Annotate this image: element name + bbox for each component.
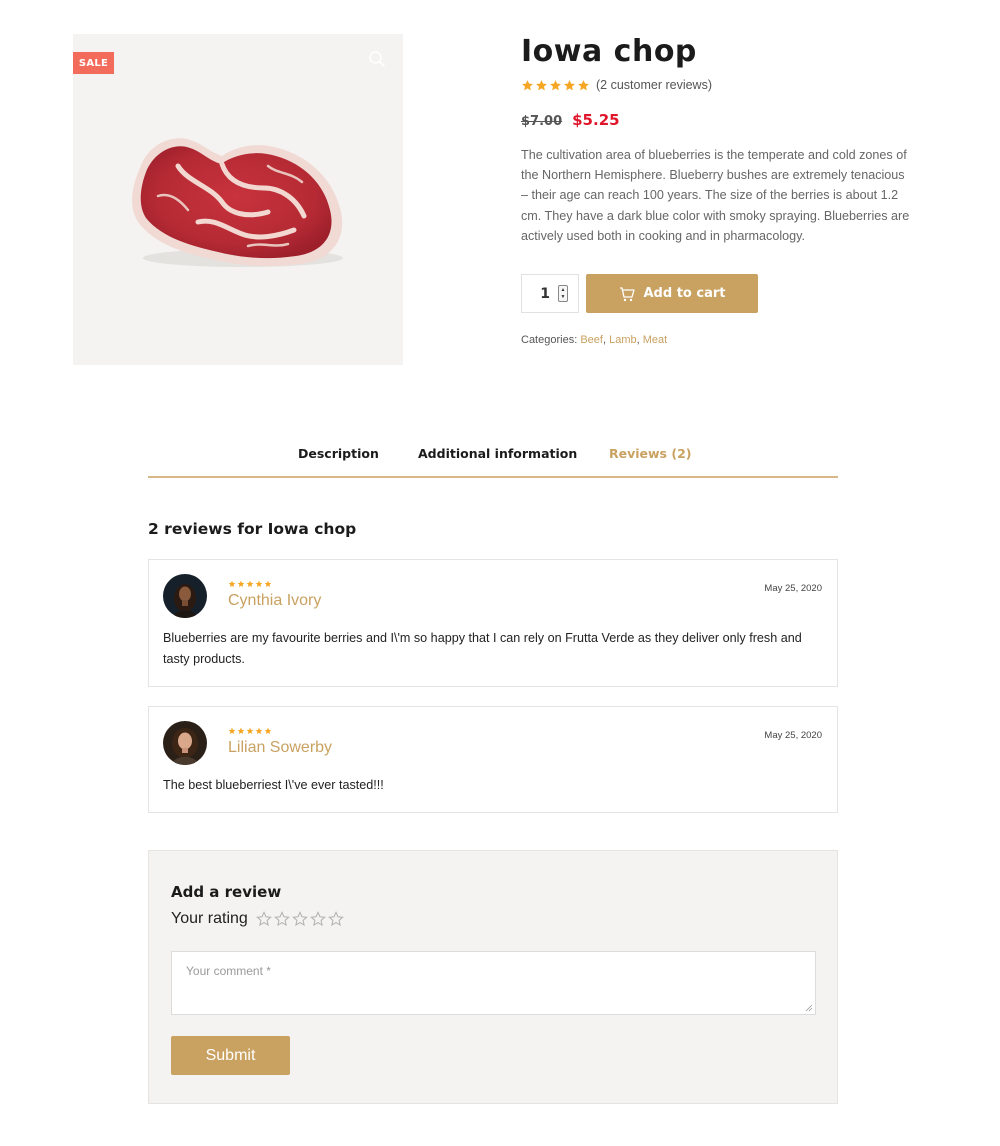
reviewer-name: Cynthia Ivory [228, 592, 322, 609]
review-item: Cynthia Ivory May 25, 2020 Blueberries a… [148, 559, 838, 687]
tab-additional-information[interactable]: Additional information [418, 446, 577, 461]
product-description: The cultivation area of blueberries is t… [521, 148, 910, 243]
quantity-stepper[interactable]: 1 ▲ ▼ [521, 274, 579, 313]
avatar [163, 721, 207, 765]
rating-input[interactable] [255, 911, 344, 927]
star-outline-icon[interactable] [255, 911, 272, 927]
price-old: $7.00 [521, 114, 563, 129]
category-link-lamb[interactable]: Lamb [609, 334, 637, 346]
comment-placeholder: Your comment * [186, 964, 271, 978]
chevron-down-icon[interactable]: ▼ [561, 294, 566, 300]
add-to-cart-button[interactable]: Add to cart [586, 274, 758, 313]
comment-textarea[interactable]: Your comment * [171, 951, 816, 1015]
product-rating: (2 customer reviews) [521, 78, 712, 92]
star-icon [255, 580, 263, 587]
review-stars [228, 580, 272, 588]
resize-grip-icon[interactable] [805, 1004, 813, 1012]
rating-stars [521, 79, 590, 92]
categories-label: Categories: [521, 334, 578, 346]
add-to-cart-label: Add to cart [643, 286, 726, 301]
star-outline-icon[interactable] [291, 911, 308, 927]
rating-selector: Your rating [171, 910, 344, 928]
review-stars [228, 727, 272, 735]
category-link-meat[interactable]: Meat [643, 334, 667, 346]
product-tabs: Description Additional information Revie… [148, 440, 838, 478]
rating-label: Your rating [171, 910, 248, 927]
sale-badge: SALE [73, 52, 114, 74]
reviewer-name: Lilian Sowerby [228, 739, 333, 756]
star-icon [255, 727, 263, 734]
review-count-link[interactable]: (2 customer reviews) [596, 78, 712, 92]
review-date: May 25, 2020 [764, 730, 822, 741]
star-outline-icon[interactable] [273, 911, 290, 927]
price-sale: $5.25 [572, 111, 620, 129]
submit-button[interactable]: Submit [171, 1036, 290, 1075]
star-icon [246, 727, 254, 734]
quantity-spinner[interactable]: ▲ ▼ [558, 285, 568, 302]
star-icon [564, 79, 575, 90]
product-categories: Categories: Beef, Lamb, Meat [521, 334, 668, 346]
star-icon [228, 727, 236, 734]
star-icon [237, 580, 245, 587]
tab-reviews[interactable]: Reviews (2) [609, 446, 691, 461]
star-icon [264, 727, 272, 734]
add-review-title: Add a review [171, 883, 282, 901]
reviews-heading: 2 reviews for Iowa chop [148, 520, 357, 538]
star-icon [237, 727, 245, 734]
quantity-value[interactable]: 1 [540, 286, 550, 302]
review-text: Blueberries are my favourite berries and… [163, 631, 802, 666]
category-link-beef[interactable]: Beef [580, 334, 603, 346]
star-icon [578, 79, 589, 90]
price: $7.00 $5.25 [521, 111, 620, 129]
chevron-up-icon[interactable]: ▲ [561, 287, 566, 293]
star-outline-icon[interactable] [309, 911, 326, 927]
review-date: May 25, 2020 [764, 583, 822, 594]
star-icon [536, 79, 547, 90]
cart-icon [619, 286, 635, 301]
star-icon [246, 580, 254, 587]
review-form: Add a review Your rating Your comment * … [148, 850, 838, 1104]
product-photo[interactable] [118, 126, 354, 276]
review-text: The best blueberriest I\'ve ever tasted!… [163, 778, 384, 792]
tab-description[interactable]: Description [298, 446, 379, 461]
star-icon [550, 79, 561, 90]
search-icon[interactable] [368, 50, 386, 68]
star-icon [522, 79, 533, 90]
product-title: Iowa chop [521, 34, 697, 69]
review-item: Lilian Sowerby May 25, 2020 The best blu… [148, 706, 838, 813]
avatar [163, 574, 207, 618]
star-icon [264, 580, 272, 587]
star-icon [228, 580, 236, 587]
star-outline-icon[interactable] [327, 911, 344, 927]
